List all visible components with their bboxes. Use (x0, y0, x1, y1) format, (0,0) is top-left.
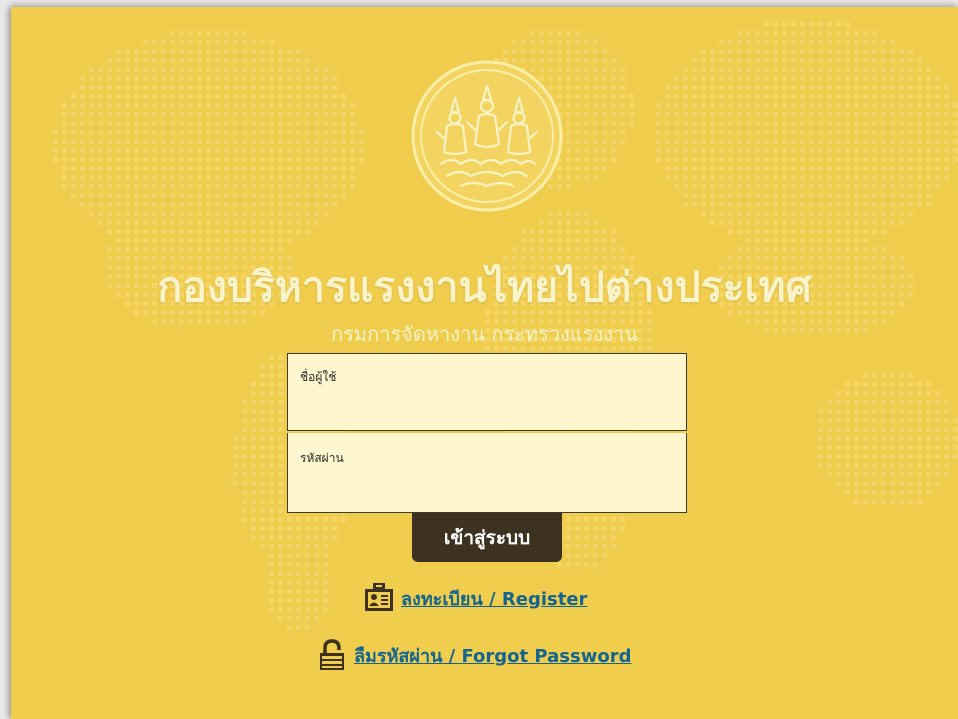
password-field-box (287, 433, 687, 513)
page-title: กองบริหารแรงงานไทยไปต่างประเทศ (157, 263, 812, 311)
forgot-password-link-row[interactable]: ลืมรหัสผ่าน / Forgot Password (316, 639, 631, 671)
login-button[interactable]: เข้าสู่ระบบ (412, 513, 562, 562)
login-panel: กองบริหารแรงงานไทยไปต่างประเทศ กรมการจัด… (11, 7, 958, 719)
register-link[interactable]: ลงทะเบียน / Register (401, 584, 587, 613)
page-subtitle: กรมการจัดหางาน กระทรวงแรงงาน (331, 322, 638, 346)
window-frame: กองบริหารแรงงานไทยไปต่างประเทศ กรมการจัด… (0, 0, 958, 719)
username-field-box (287, 353, 687, 431)
forgot-password-link[interactable]: ลืมรหัสผ่าน / Forgot Password (354, 641, 631, 670)
password-input[interactable] (288, 433, 686, 512)
id-card-icon (365, 583, 393, 611)
lock-icon (320, 639, 344, 670)
emblem-logo (411, 60, 563, 212)
username-input[interactable] (288, 354, 686, 430)
register-link-row[interactable]: ลงทะเบียน / Register (363, 582, 587, 614)
